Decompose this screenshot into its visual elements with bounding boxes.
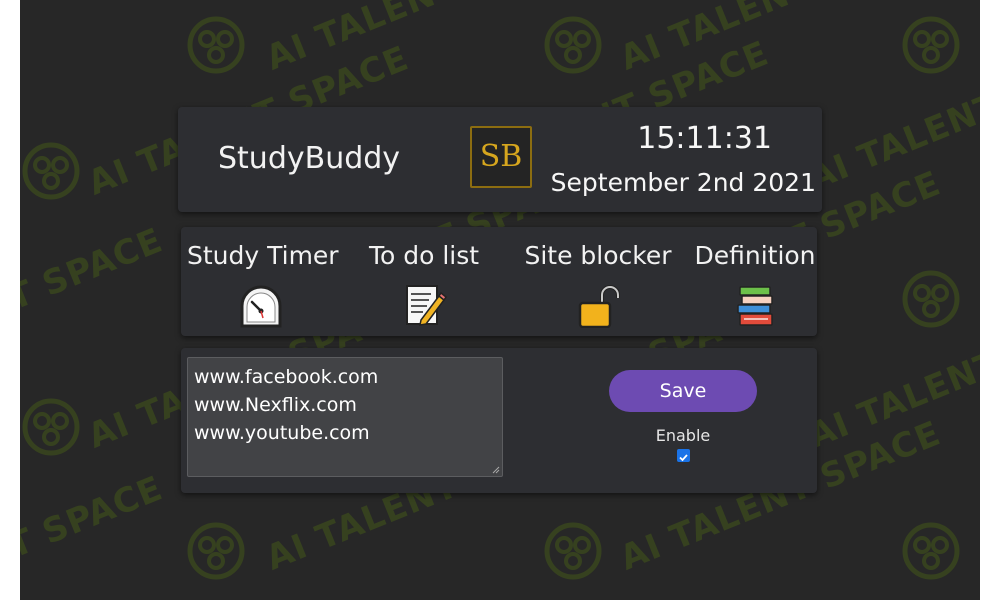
watermark-brain-icon [902, 16, 960, 74]
watermark-brain-icon [187, 16, 245, 74]
nav-study-timer[interactable]: Study Timer [187, 241, 339, 328]
nav-todo-list[interactable]: To do list [365, 241, 483, 328]
app-window: AI TALENT SPACE AI TALENT SPACE AI TALEN… [20, 0, 980, 600]
blocked-sites-textarea[interactable]: www.facebook.com www.Nexflix.com www.you… [187, 357, 503, 477]
header-panel: StudyBuddy SB 15:11:31 September 2nd 202… [178, 107, 822, 212]
watermark-brain-icon [22, 142, 80, 200]
feature-nav: Study Timer To do list Site blocker Defi… [181, 227, 817, 336]
nav-study-timer-label: Study Timer [187, 241, 339, 270]
memo-icon [406, 285, 447, 326]
padlock-icon [578, 285, 620, 328]
clock-date: September 2nd 2021 [550, 168, 816, 197]
site-blocker-panel: www.facebook.com www.Nexflix.com www.you… [181, 348, 817, 493]
nav-site-blocker[interactable]: Site blocker [517, 241, 679, 328]
nav-definition-label: Definition [694, 241, 816, 270]
watermark-text: T SPACE [20, 220, 169, 319]
watermark-text: T SPACE [20, 468, 169, 567]
checkmark-icon [679, 454, 688, 462]
clock-time: 15:11:31 [637, 121, 772, 156]
watermark-brain-icon [902, 270, 960, 328]
blocked-site-line: www.facebook.com [194, 366, 379, 388]
watermark-brain-icon [902, 522, 960, 580]
enable-label: Enable [655, 426, 711, 445]
save-button[interactable]: Save [609, 370, 757, 412]
blocked-site-line: www.youtube.com [194, 422, 370, 444]
blocked-site-line: www.Nexflix.com [194, 394, 357, 416]
nav-definition[interactable]: Definition [693, 241, 817, 328]
app-title: StudyBuddy [218, 141, 401, 176]
stopwatch-icon [240, 285, 282, 328]
watermark-brain-icon [544, 16, 602, 74]
resize-handle-icon[interactable] [492, 466, 500, 474]
watermark-brain-icon [544, 522, 602, 580]
app-logo: SB [470, 126, 532, 188]
watermark-text: AI TALENT SPACE [802, 291, 980, 457]
watermark-text: AI TALENT SPACE [261, 0, 593, 79]
watermark-brain-icon [187, 522, 245, 580]
watermark-text: AI TALENT SPACE [802, 33, 980, 199]
watermark-brain-icon [22, 398, 80, 456]
watermark-text: AI TALENT SPACE [615, 0, 947, 79]
enable-checkbox[interactable] [677, 449, 690, 462]
nav-todo-list-label: To do list [368, 241, 480, 270]
nav-site-blocker-label: Site blocker [524, 241, 672, 270]
books-icon [737, 286, 773, 326]
